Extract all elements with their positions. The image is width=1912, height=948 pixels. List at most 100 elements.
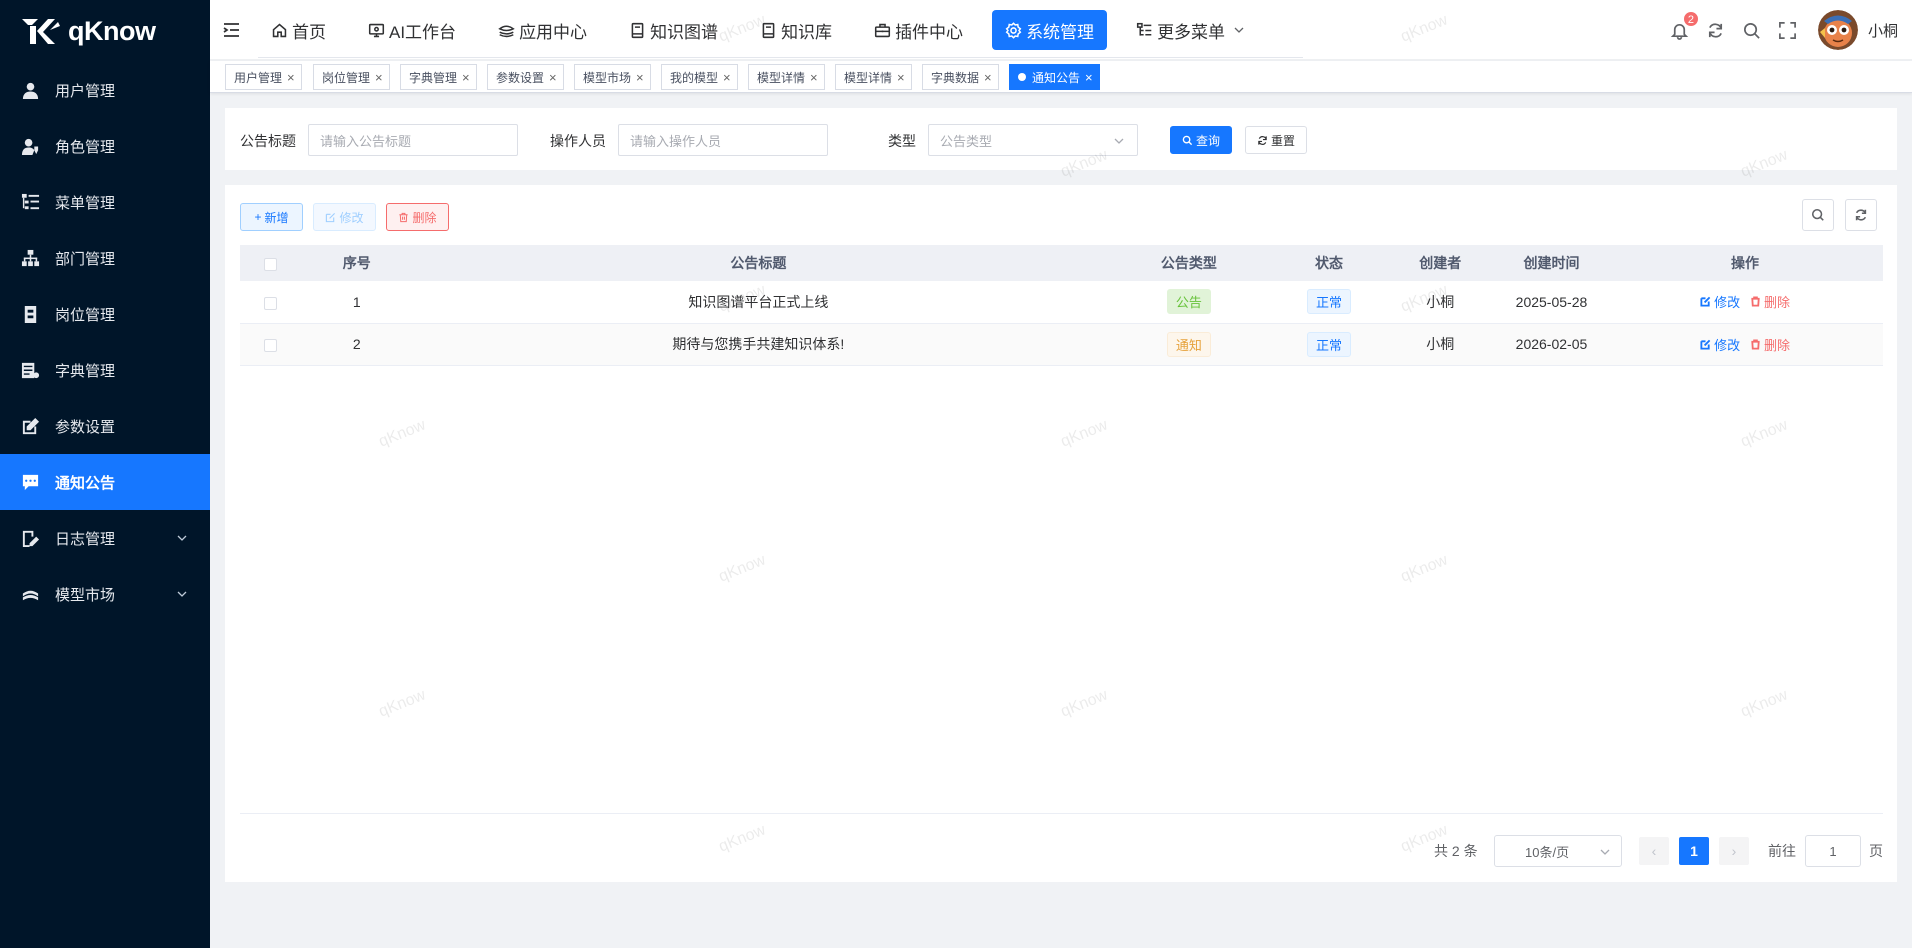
- chevron-down-icon: [177, 591, 187, 597]
- row-checkbox[interactable]: [264, 296, 278, 310]
- sidebar-item-config[interactable]: 参数设置: [0, 398, 210, 454]
- column-header: 公告标题: [730, 255, 787, 271]
- close-icon[interactable]: ×: [375, 70, 383, 85]
- edit-label: 修改: [1714, 295, 1741, 311]
- topnav-system-admin[interactable]: 系统管理: [992, 10, 1108, 50]
- table-row[interactable]: 1 知识图谱平台正式上线 公告 正常 小桐 2025-05-28 修改 删除: [240, 281, 1883, 324]
- edit-icon: [326, 212, 336, 222]
- row-checkbox[interactable]: [264, 338, 278, 352]
- tag-config[interactable]: 参数设置 ×: [487, 64, 564, 90]
- sidebar-toggle-icon[interactable]: [222, 20, 242, 40]
- sidebar-item-user[interactable]: 用户管理: [0, 62, 210, 118]
- refresh-table-button[interactable]: [1845, 199, 1877, 231]
- username[interactable]: 小桐: [1868, 20, 1898, 41]
- status-badge: 正常: [1307, 331, 1352, 357]
- message-icon: [20, 472, 40, 492]
- query-button[interactable]: 查询: [1170, 126, 1232, 154]
- trash-icon: [1751, 338, 1760, 350]
- row-edit-link[interactable]: 修改: [1700, 335, 1740, 354]
- close-icon[interactable]: ×: [1085, 70, 1093, 85]
- topnav-ai-workbench[interactable]: AI工作台: [355, 10, 469, 50]
- page-number-current[interactable]: 1: [1679, 837, 1709, 865]
- tag-dict-data[interactable]: 字典数据 ×: [922, 64, 999, 90]
- tag-notice[interactable]: 通知公告 ×: [1009, 64, 1100, 90]
- topnav-knowledge-graph[interactable]: 知识图谱: [616, 10, 731, 50]
- table-row[interactable]: 2 期待与您携手共建知识体系! 通知 正常 小桐 2026-02-05 修改 删…: [240, 323, 1883, 366]
- tag-label: 用户管理: [234, 70, 283, 85]
- goto-page-input[interactable]: 1: [1805, 835, 1861, 867]
- header-actions: 2 小桐: [1670, 0, 1912, 60]
- brand-name: qKnow: [68, 15, 156, 46]
- delete-button[interactable]: 删除: [386, 203, 449, 231]
- type-select[interactable]: 公告类型: [928, 124, 1138, 156]
- title-input[interactable]: 请输入公告标题: [308, 124, 518, 156]
- sidebar-item-label: 岗位管理: [55, 306, 116, 324]
- sidebar-item-dept[interactable]: 部门管理: [0, 230, 210, 286]
- stack-icon: [498, 24, 515, 37]
- edit-button[interactable]: 修改: [313, 203, 376, 231]
- reset-button[interactable]: 重置: [1245, 126, 1307, 154]
- tag-label: 通知公告: [1032, 70, 1081, 85]
- fullscreen-button[interactable]: [1778, 20, 1798, 40]
- close-icon[interactable]: ×: [897, 70, 905, 85]
- sidebar-item-post[interactable]: 岗位管理: [0, 286, 210, 342]
- tag-user-management[interactable]: 用户管理 ×: [225, 64, 302, 90]
- plus-icon: +: [254, 210, 262, 224]
- operator-input[interactable]: 请输入操作人员: [618, 124, 828, 156]
- type-badge: 通知: [1166, 331, 1211, 357]
- close-icon[interactable]: ×: [810, 70, 818, 85]
- topnav-plugin-center[interactable]: 插件中心: [861, 10, 976, 50]
- sidebar-item-notice[interactable]: 通知公告: [0, 454, 210, 510]
- row-creator: 小桐: [1384, 323, 1496, 366]
- edit-icon: [20, 416, 40, 436]
- close-icon[interactable]: ×: [549, 70, 557, 85]
- refresh-button[interactable]: [1706, 20, 1726, 40]
- tag-my-model[interactable]: 我的模型 ×: [661, 64, 738, 90]
- page-size-select[interactable]: 10条/页: [1494, 835, 1622, 867]
- topnav-more-menu[interactable]: 更多菜单: [1123, 10, 1262, 50]
- delete-label: 删除: [1763, 295, 1790, 311]
- column-header: 创建时间: [1523, 255, 1580, 271]
- topnav-knowledge-base[interactable]: 知识库: [747, 10, 845, 50]
- close-icon[interactable]: ×: [723, 70, 731, 85]
- row-delete-link[interactable]: 删除: [1750, 335, 1790, 354]
- search-form: 公告标题 请输入公告标题 操作人员 请输入操作人员 类型 公告类型 查询 重置: [225, 108, 1897, 170]
- tag-dict-management[interactable]: 字典管理 ×: [400, 64, 477, 90]
- topnav-app-center[interactable]: 应用中心: [485, 10, 600, 50]
- sidebar-item-dict[interactable]: 字典管理: [0, 342, 210, 398]
- sidebar-item-menu[interactable]: 菜单管理: [0, 174, 210, 230]
- chevron-right-icon: ›: [1731, 843, 1737, 859]
- logo[interactable]: qKnow: [0, 0, 210, 62]
- row-delete-link[interactable]: 删除: [1750, 292, 1790, 311]
- topnav-home[interactable]: 首页: [258, 10, 339, 50]
- reset-button-label: 重置: [1270, 133, 1295, 148]
- sidebar-item-log[interactable]: 日志管理: [0, 510, 210, 566]
- close-icon[interactable]: ×: [636, 70, 644, 85]
- next-page-button[interactable]: ›: [1719, 837, 1749, 865]
- tag-model-detail[interactable]: 模型详情 ×: [835, 64, 912, 90]
- model-icon: [20, 584, 40, 604]
- tag-post-management[interactable]: 岗位管理 ×: [313, 64, 390, 90]
- prev-page-button[interactable]: ‹: [1639, 837, 1669, 865]
- tag-model-detail[interactable]: 模型详情 ×: [748, 64, 825, 90]
- close-icon[interactable]: ×: [462, 70, 470, 85]
- topnav-label: 系统管理: [1026, 22, 1095, 42]
- row-title: 知识图谱平台正式上线: [412, 281, 1105, 324]
- row-edit-link[interactable]: 修改: [1700, 292, 1740, 311]
- close-icon[interactable]: ×: [984, 70, 992, 85]
- tag-model-market[interactable]: 模型市场 ×: [574, 64, 651, 90]
- topnav-label: 插件中心: [895, 22, 964, 42]
- sidebar-item-label: 角色管理: [55, 138, 116, 156]
- sidebar-item-role[interactable]: 角色管理: [0, 118, 210, 174]
- select-all-checkbox[interactable]: [264, 257, 278, 271]
- sidebar-item-model[interactable]: 模型市场: [0, 566, 210, 622]
- row-title: 期待与您携手共建知识体系!: [412, 323, 1105, 366]
- row-index: 2: [301, 323, 413, 366]
- sidebar-item-label: 菜单管理: [55, 194, 116, 212]
- notification-bell[interactable]: 2: [1670, 11, 1699, 40]
- add-button[interactable]: + 新增: [240, 203, 303, 231]
- close-icon[interactable]: ×: [287, 70, 295, 85]
- search-button[interactable]: [1742, 20, 1762, 40]
- avatar[interactable]: [1817, 10, 1858, 50]
- toggle-search-button[interactable]: [1802, 199, 1834, 231]
